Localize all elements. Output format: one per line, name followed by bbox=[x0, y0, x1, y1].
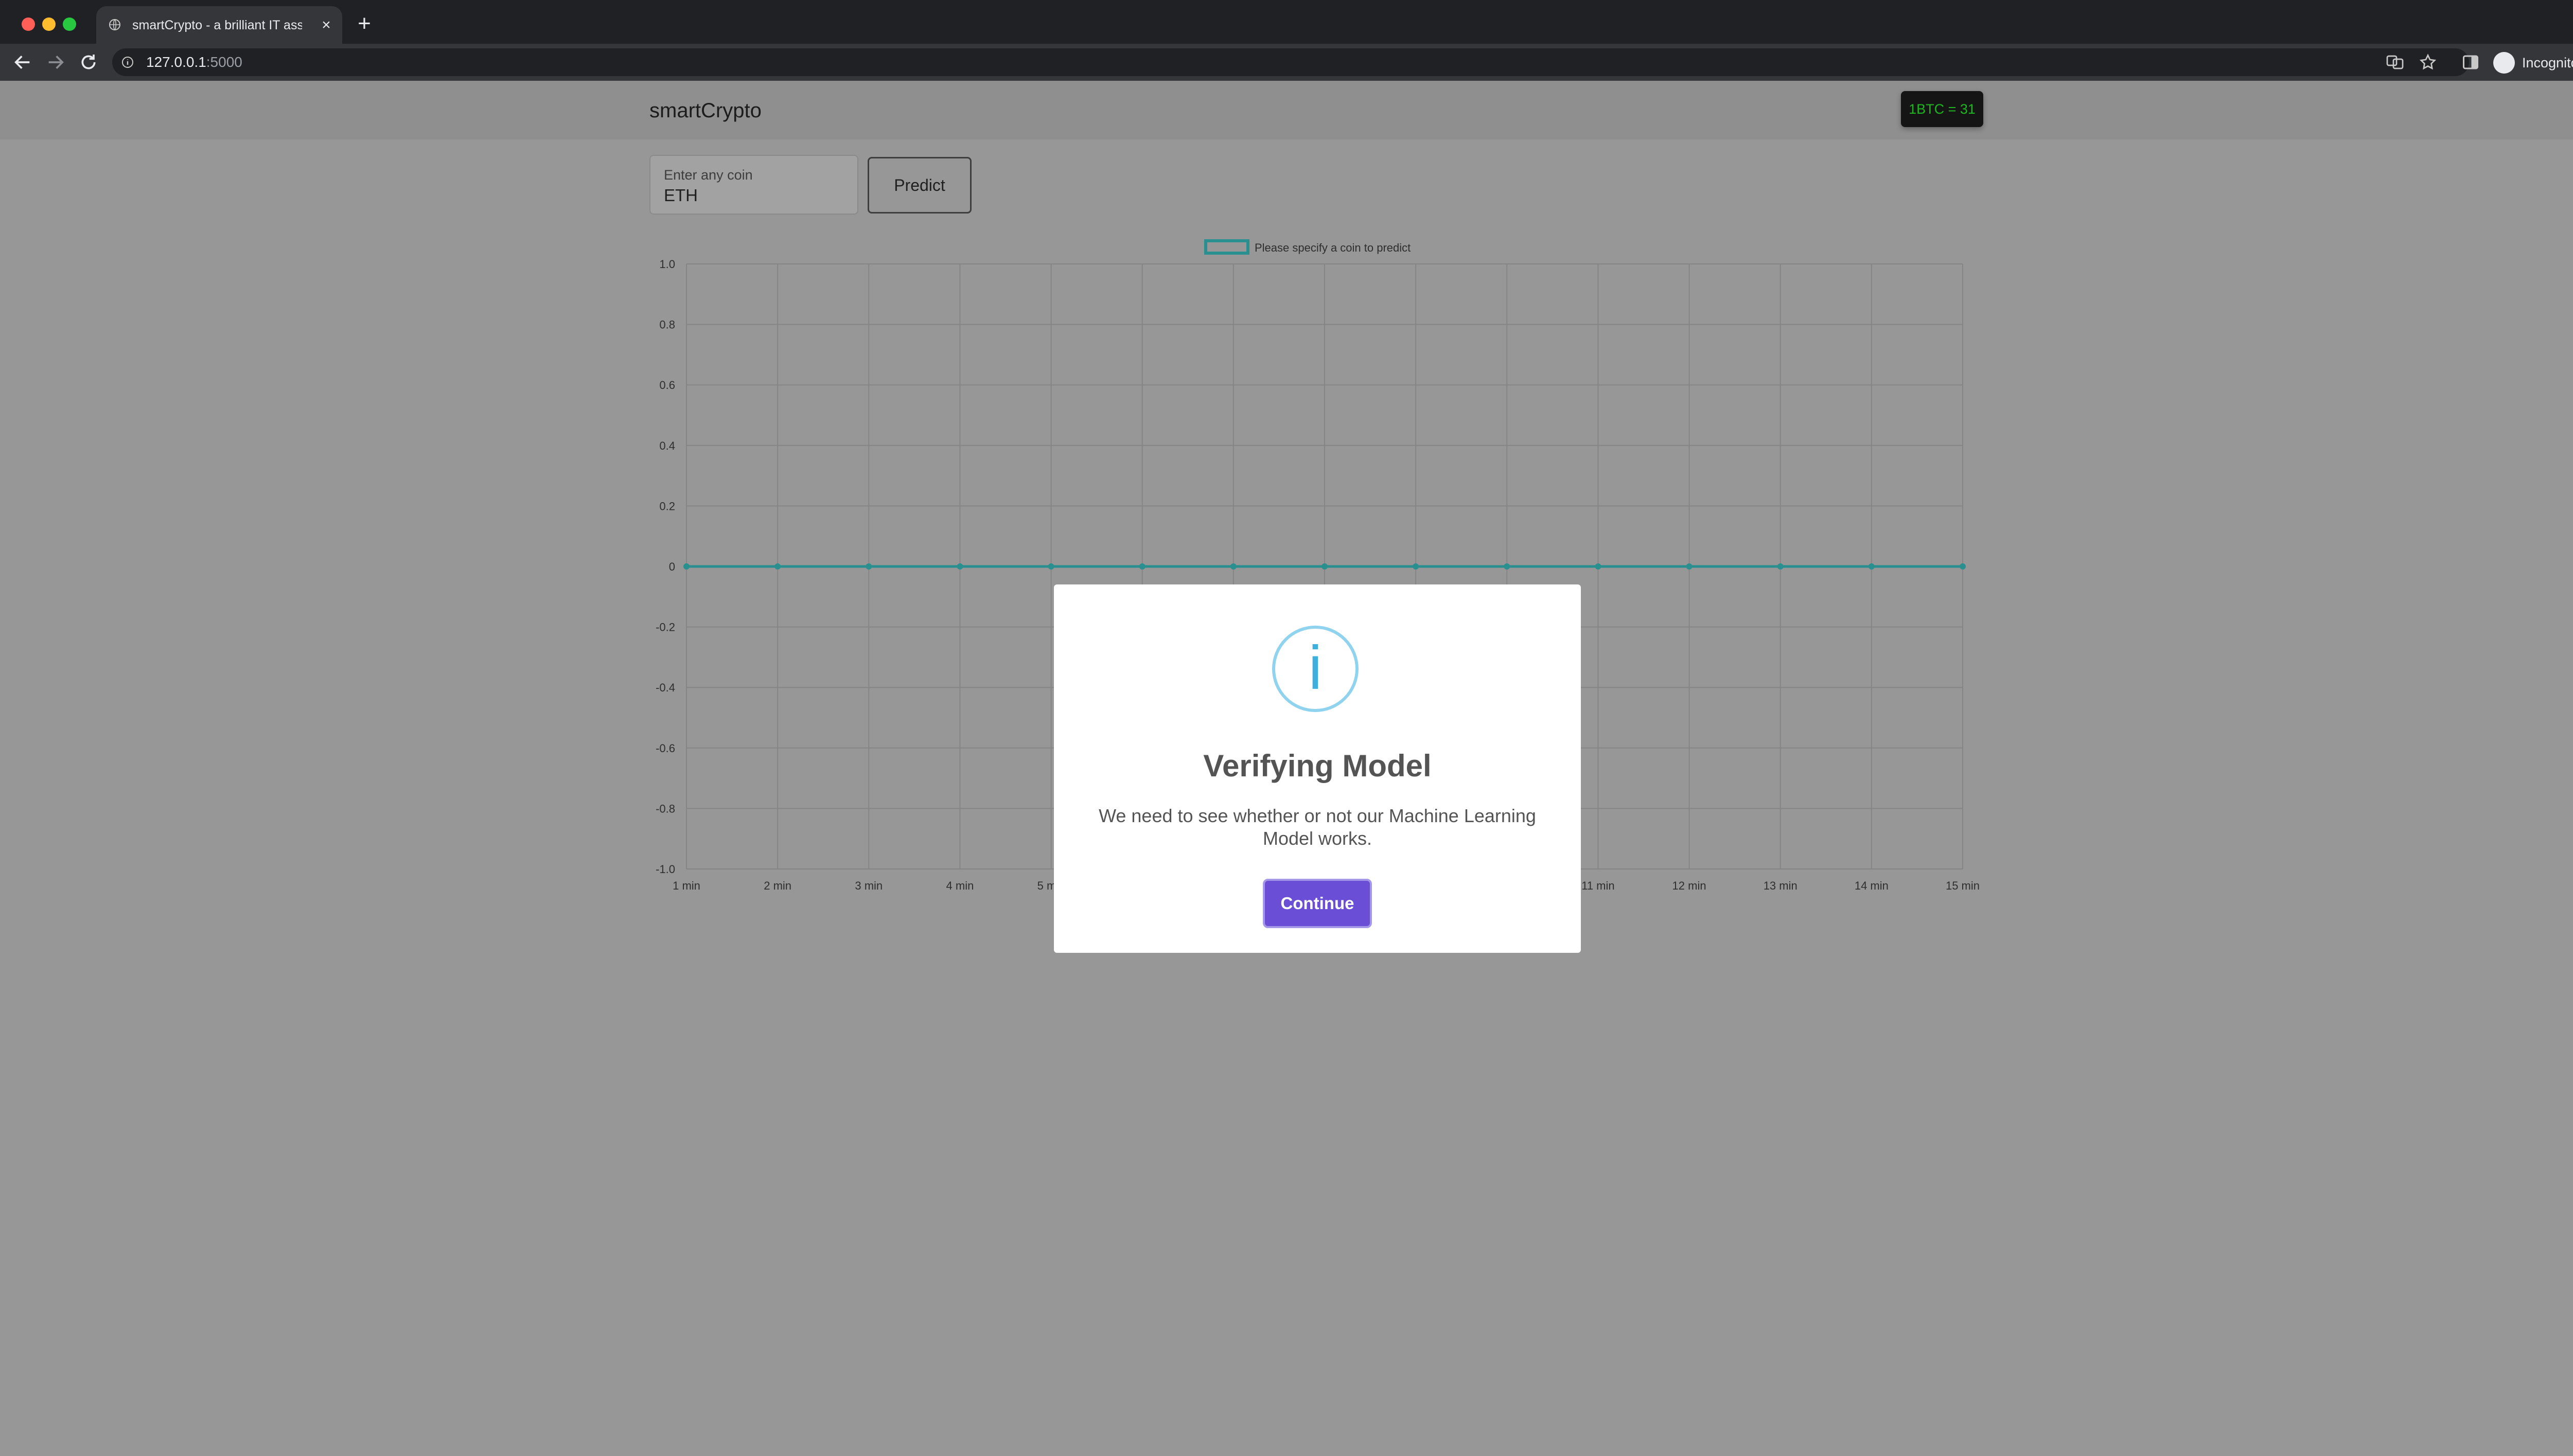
data-point bbox=[1960, 563, 1966, 570]
y-tick-label: 0.2 bbox=[659, 500, 675, 512]
info-icon: i bbox=[1272, 626, 1359, 712]
data-point bbox=[683, 563, 690, 570]
data-point bbox=[1777, 563, 1784, 570]
window-close-button[interactable] bbox=[22, 17, 35, 31]
tab-close-icon[interactable]: × bbox=[319, 17, 334, 33]
side-panel-icon[interactable] bbox=[2461, 53, 2480, 72]
continue-button[interactable]: Continue bbox=[1263, 879, 1372, 928]
data-point bbox=[1413, 563, 1419, 570]
legend-swatch bbox=[1204, 239, 1249, 255]
verifying-model-dialog: i Verifying Model We need to see whether… bbox=[1054, 584, 1581, 953]
globe-icon bbox=[109, 19, 120, 30]
window-zoom-button[interactable] bbox=[63, 17, 76, 31]
data-point bbox=[1595, 563, 1601, 570]
y-tick-label: -0.8 bbox=[656, 802, 675, 815]
translate-icon[interactable] bbox=[2386, 53, 2404, 72]
dialog-title: Verifying Model bbox=[1203, 749, 1432, 783]
incognito-label: Incognito bbox=[2522, 55, 2573, 70]
y-axis-ticks: 1.0 0.8 0.6 0.4 0.2 0 -0.2 -0.4 -0.6 -0.8 -1.0 bbox=[656, 258, 675, 876]
x-tick-label: 15 min bbox=[1946, 879, 1980, 892]
browser-tab[interactable]: smartCrypto - a brilliant IT ass × bbox=[96, 6, 342, 44]
y-tick-label: 0.4 bbox=[659, 439, 675, 452]
x-tick-label: 3 min bbox=[855, 879, 883, 892]
y-tick-label: 0.8 bbox=[659, 318, 675, 331]
incognito-icon bbox=[2493, 52, 2515, 74]
back-arrow-icon[interactable] bbox=[12, 52, 33, 73]
url-port: :5000 bbox=[206, 54, 242, 70]
data-point bbox=[1048, 563, 1054, 570]
x-tick-label: 12 min bbox=[1672, 879, 1706, 892]
x-tick-label: 4 min bbox=[946, 879, 974, 892]
dialog-message: We need to see whether or not our Machin… bbox=[1099, 805, 1536, 849]
y-tick-label: -0.2 bbox=[656, 621, 675, 634]
tab-title: smartCrypto - a brilliant IT ass bbox=[132, 18, 302, 32]
x-tick-label: 13 min bbox=[1764, 879, 1797, 892]
data-point bbox=[1139, 563, 1145, 570]
browser-toolbar: 127.0.0.1:5000 Incognito bbox=[0, 44, 2573, 81]
y-tick-label: -0.6 bbox=[656, 742, 675, 755]
x-tick-label: 2 min bbox=[764, 879, 791, 892]
x-tick-label: 11 min bbox=[1581, 879, 1614, 892]
data-point bbox=[1868, 563, 1875, 570]
data-point bbox=[957, 563, 963, 570]
x-tick-label: 1 min bbox=[673, 879, 700, 892]
legend-label: Please specify a coin to predict bbox=[1255, 241, 1411, 254]
data-point bbox=[866, 563, 872, 570]
data-point bbox=[774, 563, 781, 570]
window-minimize-button[interactable] bbox=[42, 17, 56, 31]
y-tick-label: -1.0 bbox=[656, 863, 675, 876]
url-text: 127.0.0.1:5000 bbox=[146, 55, 242, 70]
data-point bbox=[1321, 563, 1328, 570]
browser-tab-bar: smartCrypto - a brilliant IT ass × + bbox=[0, 0, 2573, 44]
address-bar[interactable]: 127.0.0.1:5000 bbox=[112, 48, 2469, 76]
data-point bbox=[1504, 563, 1510, 570]
x-tick-label: 14 min bbox=[1855, 879, 1889, 892]
y-tick-label: 1.0 bbox=[659, 258, 675, 271]
data-point bbox=[1230, 563, 1237, 570]
y-tick-label: 0.6 bbox=[659, 379, 675, 392]
chart-series bbox=[683, 563, 1966, 570]
y-tick-label: -0.4 bbox=[656, 681, 675, 694]
new-tab-icon[interactable]: + bbox=[355, 12, 374, 35]
reload-icon[interactable] bbox=[78, 52, 99, 73]
bookmark-star-icon[interactable] bbox=[2419, 53, 2437, 72]
url-host: 127.0.0.1 bbox=[146, 54, 206, 70]
site-info-icon[interactable] bbox=[121, 56, 134, 68]
forward-arrow-icon[interactable] bbox=[45, 52, 66, 73]
incognito-profile-button[interactable]: Incognito bbox=[2493, 49, 2573, 76]
data-point bbox=[1686, 563, 1693, 570]
y-tick-label: 0 bbox=[669, 560, 675, 573]
chart-legend: Please specify a coin to predict bbox=[1204, 239, 1411, 255]
